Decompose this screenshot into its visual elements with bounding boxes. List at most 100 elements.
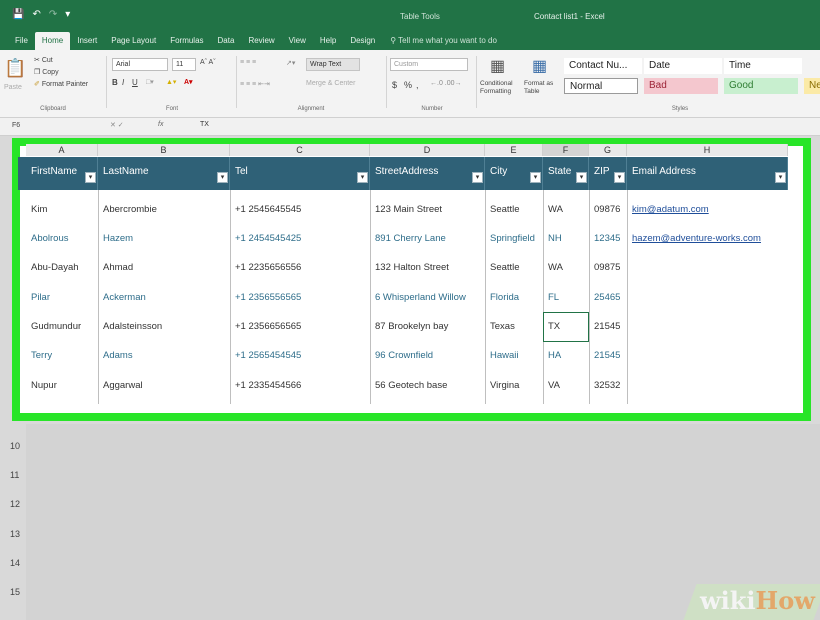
percent-button[interactable]: % <box>404 80 412 90</box>
table-cell[interactable]: Abu-Dayah <box>31 262 97 273</box>
style-neutral[interactable]: Ne <box>804 78 820 94</box>
merge-center-button[interactable]: Merge & Center <box>306 80 355 87</box>
undo-icon[interactable]: ↶ <box>32 9 40 20</box>
table-cell[interactable]: +1 2454545425 <box>235 233 369 244</box>
table-cell[interactable]: 6 Whisperland Willow <box>375 292 484 303</box>
row-header[interactable]: 11 <box>0 470 26 480</box>
table-cell[interactable]: +1 2235656556 <box>235 262 369 273</box>
font-name-select[interactable]: Arial <box>112 58 168 71</box>
decimal-icon[interactable]: ←.0 .00→ <box>430 80 462 87</box>
style-contact-number[interactable]: Contact Nu... <box>564 58 642 74</box>
row-header[interactable]: 10 <box>0 441 26 451</box>
table-cell[interactable]: 25465 <box>594 292 626 303</box>
table-cell[interactable]: kim@adatum.com <box>632 204 787 215</box>
table-cell[interactable]: WA <box>548 262 588 273</box>
table-cell[interactable]: +1 2565454545 <box>235 350 369 361</box>
cut-button[interactable]: ✂ Cut <box>34 56 53 64</box>
tab-review[interactable]: Review <box>241 32 281 50</box>
column-header-f[interactable]: F <box>543 144 589 156</box>
cancel-enter-icons[interactable]: ✕ ✓ <box>110 121 124 129</box>
table-cell[interactable]: Abercrombie <box>103 204 229 215</box>
filter-dropdown-icon[interactable]: ▾ <box>775 172 786 183</box>
tab-data[interactable]: Data <box>211 32 242 50</box>
table-cell[interactable]: Virgina <box>490 380 542 391</box>
column-header-c[interactable]: C <box>230 144 370 156</box>
tab-page-layout[interactable]: Page Layout <box>104 32 163 50</box>
tab-file[interactable]: File <box>8 32 35 50</box>
orientation-icon[interactable]: ↗▾ <box>286 59 295 67</box>
table-cell[interactable]: Gudmundur <box>31 321 97 332</box>
row-header[interactable]: 12 <box>0 499 26 509</box>
table-cell[interactable]: Springfield <box>490 233 542 244</box>
table-cell[interactable]: Ackerman <box>103 292 229 303</box>
redo-icon[interactable]: ↷ <box>49 9 57 20</box>
tab-help[interactable]: Help <box>313 32 343 50</box>
table-cell[interactable]: Adams <box>103 350 229 361</box>
table-cell[interactable]: Seattle <box>490 204 542 215</box>
header-email-address[interactable]: Email Address <box>627 157 788 190</box>
table-cell[interactable]: Florida <box>490 292 542 303</box>
name-box[interactable]: F6 <box>12 122 20 129</box>
filter-dropdown-icon[interactable]: ▾ <box>357 172 368 183</box>
table-cell[interactable]: 09875 <box>594 262 626 273</box>
italic-button[interactable]: I <box>122 78 124 87</box>
column-header-a[interactable]: A <box>26 144 98 156</box>
comma-button[interactable]: , <box>416 80 419 90</box>
paste-label[interactable]: Paste <box>4 84 22 91</box>
font-color-icon[interactable]: A▾ <box>184 78 193 86</box>
header-streetaddress[interactable]: StreetAddress <box>370 157 485 190</box>
underline-button[interactable]: U <box>132 78 138 87</box>
table-cell[interactable]: +1 2545645545 <box>235 204 369 215</box>
font-size-select[interactable]: 11 <box>172 58 196 71</box>
table-cell[interactable]: +1 2335454566 <box>235 380 369 391</box>
table-cell[interactable]: 132 Halton Street <box>375 262 484 273</box>
table-cell[interactable]: Hazem <box>103 233 229 244</box>
tab-formulas[interactable]: Formulas <box>163 32 210 50</box>
table-cell[interactable]: NH <box>548 233 588 244</box>
number-format-select[interactable]: Custom <box>390 58 468 71</box>
table-cell[interactable]: WA <box>548 204 588 215</box>
style-date[interactable]: Date <box>644 58 722 74</box>
table-cell[interactable]: 21545 <box>594 321 626 332</box>
table-cell[interactable]: Adalsteinsson <box>103 321 229 332</box>
column-header-e[interactable]: E <box>485 144 543 156</box>
table-cell[interactable]: FL <box>548 292 588 303</box>
tell-me-search[interactable]: ⚲ Tell me what you want to do <box>382 32 497 50</box>
header-lastname[interactable]: LastName <box>98 157 230 190</box>
table-cell[interactable]: +1 2356556565 <box>235 292 369 303</box>
format-as-table-icon[interactable]: ▦ <box>532 56 547 76</box>
tab-design[interactable]: Design <box>343 32 382 50</box>
table-cell[interactable]: Kim <box>31 204 97 215</box>
style-bad[interactable]: Bad <box>644 78 718 94</box>
font-grow-icon[interactable]: Aˆ Aˇ <box>200 59 216 66</box>
table-cell[interactable]: 32532 <box>594 380 626 391</box>
table-cell[interactable]: 12345 <box>594 233 626 244</box>
style-time[interactable]: Time <box>724 58 802 74</box>
table-cell[interactable]: Seattle <box>490 262 542 273</box>
bold-button[interactable]: B <box>112 78 118 87</box>
header-tel[interactable]: Tel <box>230 157 370 190</box>
fill-color-icon[interactable]: ▲▾ <box>166 78 176 86</box>
border-icon[interactable]: □▾ <box>146 78 154 86</box>
align-left-icon[interactable]: ≡ ≡ ≡ ⇤⇥ <box>240 80 270 88</box>
paste-icon[interactable]: 📋 <box>4 58 26 79</box>
filter-dropdown-icon[interactable]: ▾ <box>472 172 483 183</box>
table-cell[interactable]: Aggarwal <box>103 380 229 391</box>
conditional-formatting-icon[interactable]: ▦ <box>490 56 505 76</box>
table-cell[interactable]: 56 Geotech base <box>375 380 484 391</box>
table-cell[interactable]: Texas <box>490 321 542 332</box>
table-cell[interactable]: Terry <box>31 350 97 361</box>
copy-button[interactable]: ❐ Copy <box>34 68 59 76</box>
table-cell[interactable]: HA <box>548 350 588 361</box>
align-top-icon[interactable]: ≡ ≡ ≡ <box>240 59 256 66</box>
style-good[interactable]: Good <box>724 78 798 94</box>
column-header-b[interactable]: B <box>98 144 230 156</box>
filter-dropdown-icon[interactable]: ▾ <box>530 172 541 183</box>
column-header-g[interactable]: G <box>589 144 627 156</box>
column-header-d[interactable]: D <box>370 144 485 156</box>
table-cell[interactable]: Abolrous <box>31 233 97 244</box>
filter-dropdown-icon[interactable]: ▾ <box>614 172 625 183</box>
table-cell[interactable]: Nupur <box>31 380 97 391</box>
table-cell[interactable]: 891 Cherry Lane <box>375 233 484 244</box>
table-cell[interactable]: 87 Brookelyn bay <box>375 321 484 332</box>
